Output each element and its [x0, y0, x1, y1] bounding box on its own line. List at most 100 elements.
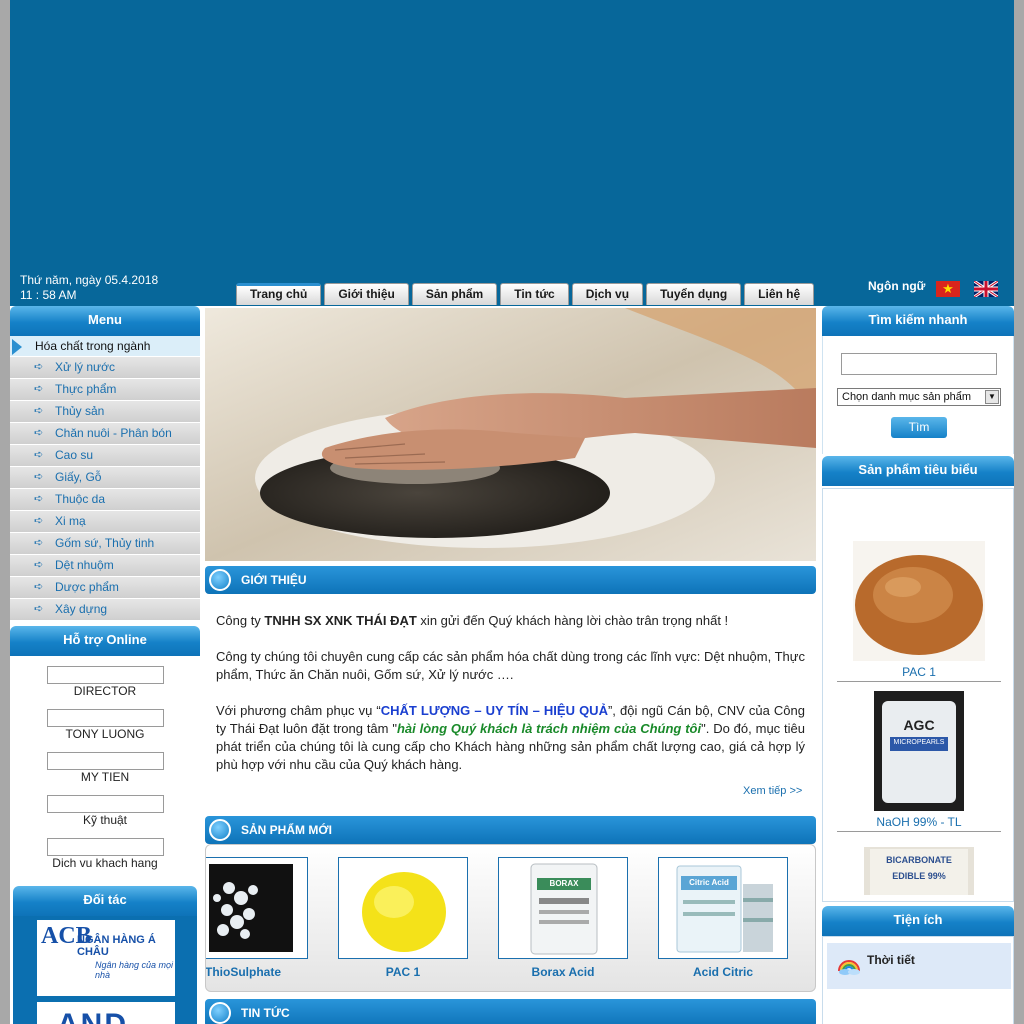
featured-product-naoh[interactable]: AGC MICROPEARLS NaOH 99% - TL — [837, 691, 1001, 832]
menu-list: ➪ Xử lý nước ➪ Thực phẩm ➪ Thủy sản ➪ Chăn n… — [10, 357, 200, 621]
news-section-bar: TIN TỨC — [205, 999, 816, 1024]
product-name[interactable]: NaOH 99% - TL — [837, 815, 1001, 831]
and-mark: AND — [57, 1008, 128, 1024]
date-time: Thứ năm, ngày 05.4.2018 11 : 58 AM — [20, 273, 158, 303]
weather-rainbow-icon — [837, 953, 861, 975]
language-label: Ngôn ngữ — [868, 279, 926, 293]
featured-products-title: Sản phẩm tiêu biểu — [822, 456, 1014, 486]
menu-item-aquaculture[interactable]: ➪ Thủy sản — [10, 401, 200, 423]
menu-item-livestock[interactable]: ➪ Chăn nuôi - Phân bón — [10, 423, 200, 445]
search-button[interactable]: Tìm — [891, 417, 947, 438]
acb-name: NGÂN HÀNG Á CHÂU — [77, 934, 156, 958]
product-image[interactable]: AGC MICROPEARLS — [874, 691, 964, 811]
chat-status-icon[interactable] — [46, 838, 164, 856]
intro-paragraph-3: Với phương châm phục vụ “CHẤT LƯỢNG – UY… — [216, 702, 805, 774]
arrow-icon: ➪ — [34, 449, 44, 461]
featured-product-bicarbonate[interactable]: BICARBONATE EDIBLE 99% — [837, 847, 1001, 895]
tab-about[interactable]: Giới thiệu — [324, 283, 409, 305]
menu-item-plating[interactable]: ➪ Xi mạ — [10, 511, 200, 533]
menu-item-construction[interactable]: ➪ Xây dựng — [10, 599, 200, 621]
menu-item-leather[interactable]: ➪ Thuộc da — [10, 489, 200, 511]
triangle-right-icon — [12, 339, 22, 355]
arrow-icon: ➪ — [34, 603, 44, 615]
support-contact-name: Dich vu khach hang — [52, 856, 158, 870]
tab-news[interactable]: Tin tức — [500, 283, 569, 305]
current-date: Thứ năm, ngày 05.4.2018 — [20, 273, 159, 287]
arrow-icon: ➪ — [34, 361, 44, 373]
product-card-acid-citric[interactable]: Citric Acid Acid Citric — [658, 857, 788, 979]
partners-list: ACB NGÂN HÀNG Á CHÂU Ngân hàng của mọi n… — [13, 916, 197, 1024]
arrow-icon: ➪ — [34, 515, 44, 527]
product-name[interactable]: Borax Acid — [498, 965, 628, 979]
product-card-thiosulphate[interactable]: ThioSulphate — [206, 857, 308, 979]
acb-slogan: Ngân hàng của mọi nhà — [95, 960, 174, 980]
menu-item-water-treatment[interactable]: ➪ Xử lý nước — [10, 357, 200, 379]
menu-item-label: Gốm sứ, Thủy tinh — [55, 536, 155, 550]
product-image[interactable] — [338, 857, 468, 959]
menu-item-pharmaceutical[interactable]: ➪ Dược phẩm — [10, 577, 200, 599]
intro-p1-pre: Công ty — [216, 613, 265, 628]
and-partner-logo[interactable]: AND — [37, 1002, 175, 1024]
utilities-panel: Thời tiết — [822, 936, 1014, 1024]
tab-recruitment[interactable]: Tuyển dụng — [646, 283, 742, 305]
category-select[interactable]: Chọn danh mục sản phẩm ▼ — [837, 388, 1001, 406]
product-name[interactable]: Acid Citric — [658, 965, 788, 979]
online-support-list: DIRECTOR TONY LUONG MY TIEN Kỹ thuật Dic… — [10, 656, 200, 882]
product-name[interactable]: PAC 1 — [338, 965, 468, 979]
hero-image — [205, 308, 816, 561]
support-contact[interactable]: TONY LUONG — [10, 709, 200, 741]
support-contact[interactable]: MY TIEN — [10, 752, 200, 784]
featured-product-pac1[interactable]: PAC 1 — [837, 541, 1001, 682]
uk-flag-icon[interactable] — [974, 281, 998, 297]
support-contact-name: DIRECTOR — [73, 684, 137, 698]
read-more-link[interactable]: Xem tiếp >> — [743, 785, 802, 797]
menu-item-label: Thực phẩm — [55, 382, 117, 396]
menu-title: Menu — [10, 306, 200, 336]
tab-home[interactable]: Trang chủ — [236, 283, 322, 305]
product-name[interactable]: PAC 1 — [837, 665, 1001, 681]
arrow-icon: ➪ — [34, 427, 44, 439]
product-image[interactable]: BICARBONATE EDIBLE 99% — [864, 847, 974, 895]
menu-item-paper-wood[interactable]: ➪ Giấy, Gỗ — [10, 467, 200, 489]
support-contact-name: TONY LUONG — [65, 727, 145, 741]
menu-item-label: Cao su — [55, 448, 94, 462]
product-image[interactable] — [206, 857, 308, 959]
quick-search-title: Tìm kiếm nhanh — [822, 306, 1014, 336]
weather-label: Thời tiết — [867, 953, 915, 967]
tab-services[interactable]: Dịch vụ — [571, 283, 644, 305]
product-name[interactable]: ThioSulphate — [206, 965, 308, 979]
bag-sub-label: EDIBLE 99% — [892, 871, 946, 881]
menu-item-rubber[interactable]: ➪ Cao su — [10, 445, 200, 467]
support-contact-name: MY TIEN — [80, 770, 130, 784]
menu-item-food[interactable]: ➪ Thực phẩm — [10, 379, 200, 401]
chat-status-icon[interactable] — [46, 795, 164, 813]
chat-status-icon[interactable] — [46, 709, 164, 727]
weather-widget[interactable]: Thời tiết — [827, 943, 1011, 989]
product-image[interactable] — [853, 541, 985, 661]
tab-contact[interactable]: Liên hệ — [744, 283, 815, 305]
intro-paragraph-2: Công ty chúng tôi chuyên cung cấp các sả… — [216, 649, 805, 682]
arrow-icon: ➪ — [34, 405, 44, 417]
support-contact[interactable]: Dich vu khach hang — [10, 838, 200, 870]
support-contact[interactable]: Kỹ thuật — [10, 795, 200, 827]
menu-category[interactable]: Hóa chất trong ngành — [10, 336, 200, 357]
acb-bank-logo[interactable]: ACB NGÂN HÀNG Á CHÂU Ngân hàng của mọi n… — [37, 920, 175, 996]
tab-products[interactable]: Sản phẩm — [411, 283, 498, 305]
support-contact[interactable]: DIRECTOR — [10, 666, 200, 698]
bag-label: BICARBONATE — [886, 855, 952, 865]
product-card-borax-acid[interactable]: BORAX Borax Acid — [498, 857, 628, 979]
menu-item-label: Xây dựng — [55, 602, 108, 616]
chevron-down-icon[interactable]: ▼ — [985, 390, 999, 404]
product-image[interactable]: BORAX — [498, 857, 628, 959]
bullet-icon — [209, 569, 231, 591]
product-card-pac1[interactable]: PAC 1 — [338, 857, 468, 979]
chat-status-icon[interactable] — [46, 752, 164, 770]
menu-item-label: Xi mạ — [55, 514, 86, 528]
arrow-icon: ➪ — [34, 383, 44, 395]
search-input[interactable] — [841, 353, 997, 375]
menu-item-textile-dyeing[interactable]: ➪ Dệt nhuộm — [10, 555, 200, 577]
vietnam-flag-icon[interactable]: ★ — [936, 281, 960, 297]
menu-item-ceramics-glass[interactable]: ➪ Gốm sứ, Thủy tinh — [10, 533, 200, 555]
chat-status-icon[interactable] — [46, 666, 164, 684]
product-image[interactable]: Citric Acid — [658, 857, 788, 959]
